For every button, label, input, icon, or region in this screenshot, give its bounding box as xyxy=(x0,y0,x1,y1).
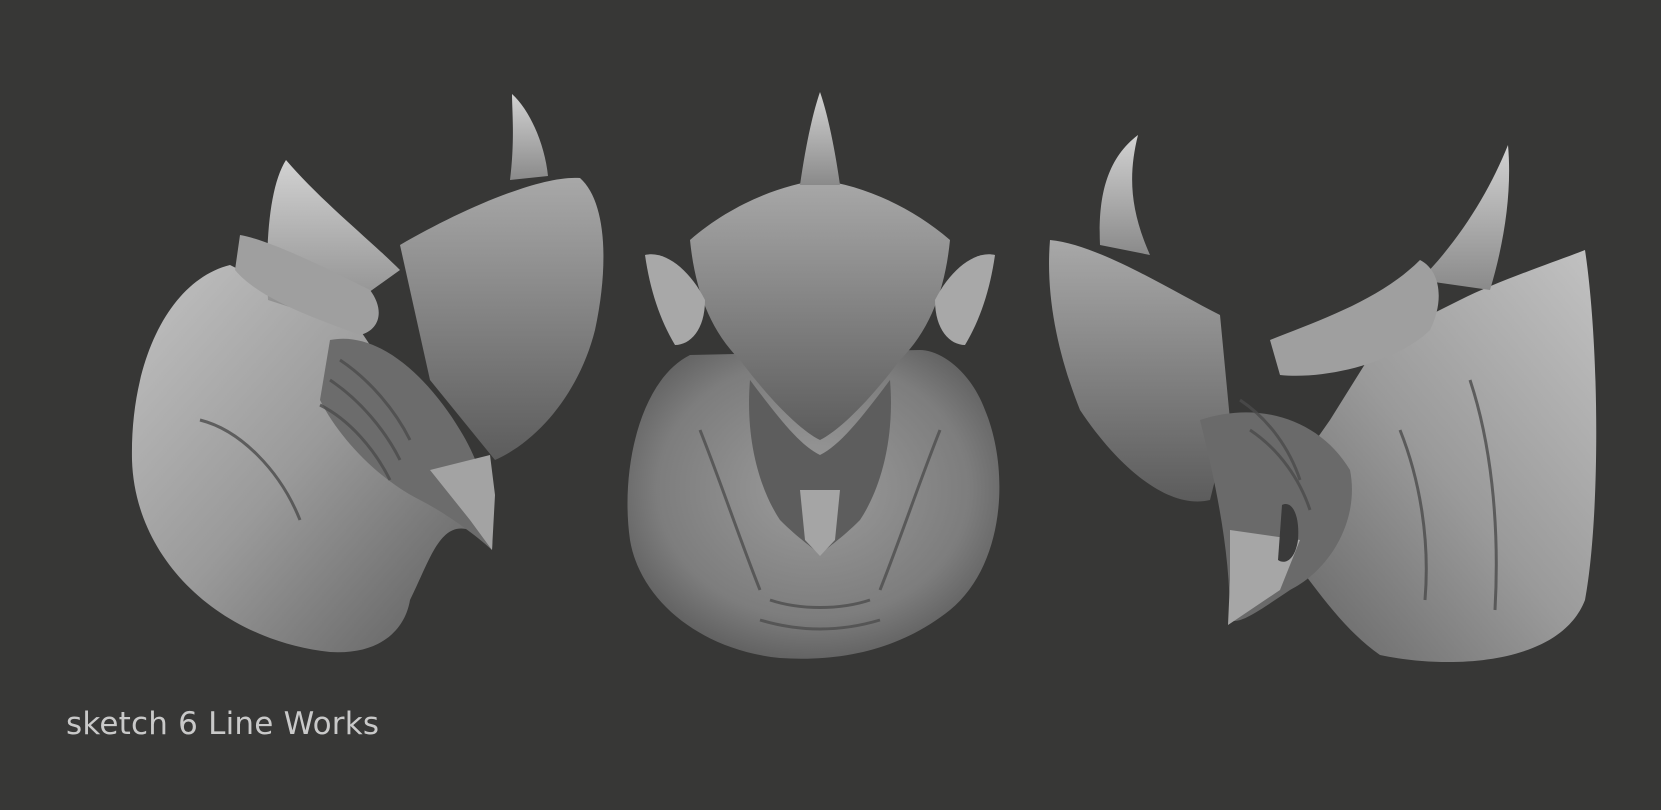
caption-text: sketch 6 Line Works xyxy=(66,706,380,742)
sculpt-turnaround xyxy=(131,92,1597,663)
sculpt-view-right xyxy=(1049,135,1597,663)
horn-right xyxy=(1099,135,1150,255)
horn-front xyxy=(800,92,840,185)
sculpt-view-front xyxy=(627,92,1000,659)
crest-plate-right xyxy=(1049,240,1230,502)
back-fin-right xyxy=(1420,145,1510,290)
sculpt-view-left xyxy=(131,94,604,653)
horn-left xyxy=(510,94,548,180)
